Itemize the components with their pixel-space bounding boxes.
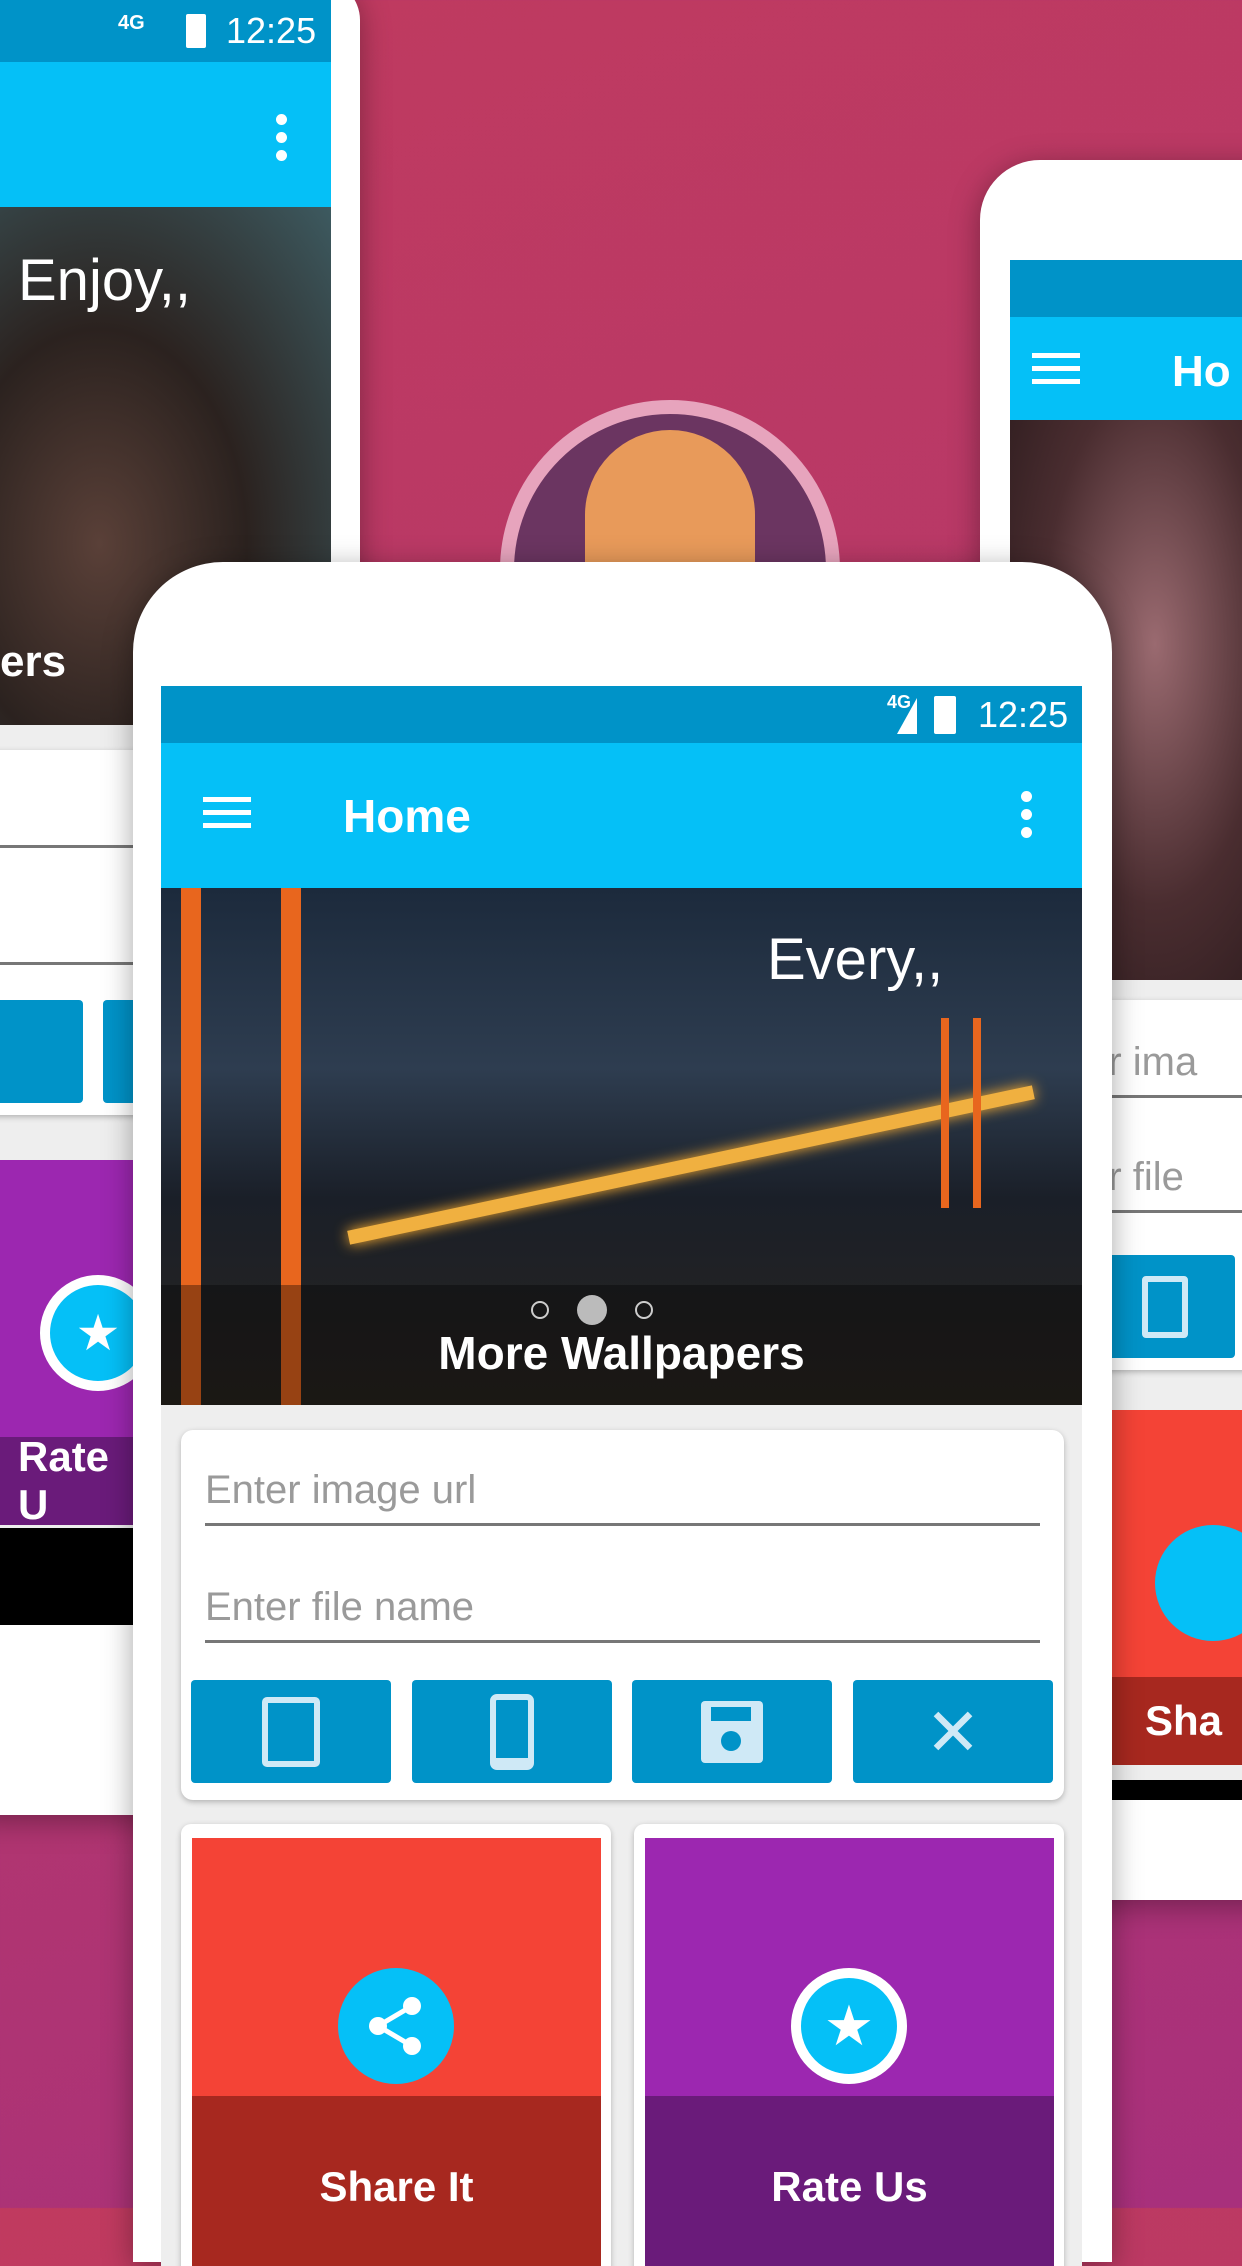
form-card: ter ima ter file [1075,1000,1242,1370]
clipboard-icon [1142,1275,1188,1338]
hamburger-icon[interactable] [203,797,251,829]
banner-carousel[interactable]: Every,, More Wallpapers [161,888,1082,1405]
banner-overlay-text: Enjoy,, [18,248,192,313]
save-button[interactable] [0,1000,83,1103]
bridge-tower [941,1018,981,1208]
pager-dots[interactable] [531,1295,653,1325]
device-button[interactable] [412,1680,612,1783]
banner-caption: ers [0,637,67,686]
form-card: Enter image url Enter file name ✕ [181,1430,1064,1800]
tile-label: Rate U [0,1433,140,1528]
file-name-input[interactable]: Enter file name [205,1585,1040,1643]
pager-dot-active[interactable] [577,1295,607,1325]
battery-icon [934,696,956,734]
network-indicator: 4G [118,12,145,34]
more-vert-icon[interactable] [276,114,288,168]
clear-button[interactable]: ✕ [853,1680,1053,1783]
paste-button[interactable] [191,1680,391,1783]
tile-label: Rate Us [645,2096,1054,2266]
share-tile[interactable]: Sha [1095,1410,1242,1765]
page-title: Home [343,790,471,842]
signal-icon [897,698,917,734]
status-bar: 4G 12:25 [161,686,1082,743]
main-phone: 4G 12:25 Home Every,, More Wallpapers En… [133,562,1112,2266]
share-icon [1155,1525,1242,1641]
save-button[interactable] [632,1680,832,1783]
phone-icon [490,1693,534,1770]
banner-caption[interactable]: More Wallpapers [161,1326,1082,1380]
pager-dot[interactable] [635,1301,653,1319]
tile-label: Share It [192,2096,601,2266]
hamburger-icon[interactable] [1032,353,1080,385]
battery-icon [186,14,206,48]
status-time: 12:25 [226,10,317,51]
share-it-tile[interactable]: Share It [192,1838,601,2266]
more-vert-icon[interactable] [1021,791,1033,845]
share-icon [338,1968,454,2084]
clipboard-icon [262,1696,320,1767]
page-title: Ho [1172,347,1231,396]
close-icon: ✕ [925,1694,981,1769]
save-icon [701,1700,763,1763]
bridge-deck [347,1085,1035,1245]
rate-us-tile[interactable]: ★ Rate Us [645,1838,1054,2266]
tile-label: Sha [1095,1677,1242,1765]
status-time: 12:25 [978,694,1069,735]
rate-us-tile[interactable]: ★ Rate U [0,1160,156,1528]
nav-bar: ◁ [1095,1780,1242,1800]
banner-overlay-text: Every,, [767,927,944,992]
app-bar: Home [161,743,1082,888]
pager-dot[interactable] [531,1301,549,1319]
paste-button[interactable] [1095,1255,1235,1358]
image-url-input[interactable]: Enter image url [205,1468,1040,1526]
star-icon: ★ [791,1968,907,2084]
